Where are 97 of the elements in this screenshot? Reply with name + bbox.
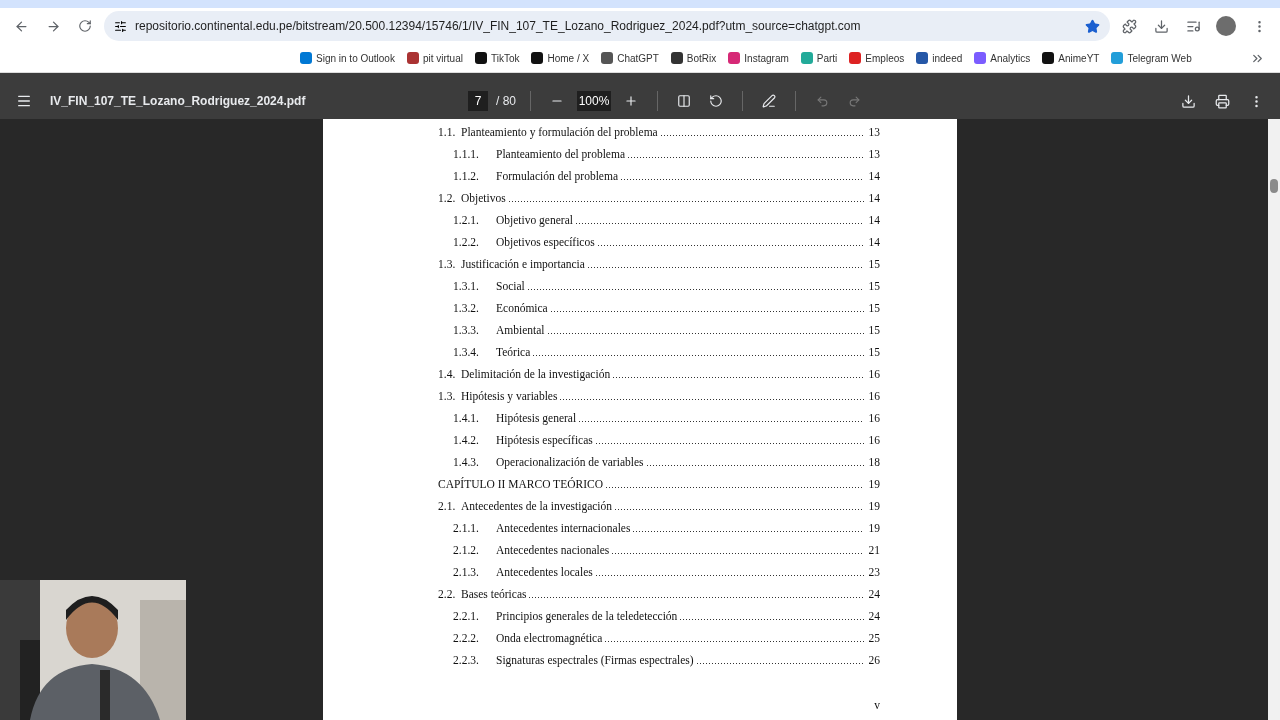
toc-title: Hipótesis específicas <box>496 434 593 446</box>
toc-title: Signaturas espectrales (Firmas espectrales) <box>496 654 694 666</box>
toc-title: Objetivos <box>461 192 506 204</box>
bookmark-link[interactable]: AnimeYT <box>1042 52 1100 64</box>
toc-title: Económica <box>496 302 548 314</box>
toc-title: Teórica <box>496 346 531 358</box>
toc-title: Planteamiento del problema <box>496 148 625 160</box>
section-number: 1.4.1. <box>453 412 480 424</box>
page-number: 23 <box>867 566 880 578</box>
toc-title: Hipótesis y variables <box>461 390 558 402</box>
page-footer: v <box>874 699 880 711</box>
section-number: 2.2.1. <box>453 610 480 622</box>
section-number: 1.3.2. <box>453 302 480 314</box>
toc-title: Antecedentes internacionales <box>496 522 631 534</box>
page-number: 19 <box>867 478 880 490</box>
bookmark-link[interactable]: pit virtual <box>406 52 463 64</box>
section-number: 2.1.2. <box>453 544 480 556</box>
bookmark-link[interactable]: Home / X <box>531 52 590 64</box>
page-number: 14 <box>867 214 880 226</box>
bookmark-link[interactable]: BotRix <box>670 52 717 64</box>
page-number: 24 <box>867 588 880 600</box>
toc-title: Objetivo general <box>496 214 573 226</box>
page-field[interactable]: 7 <box>468 91 488 111</box>
section-number: 1.3. <box>438 390 457 402</box>
bookmark-link[interactable]: indeed <box>916 52 963 64</box>
toc-title: Ambiental <box>496 324 545 336</box>
page-number: 15 <box>867 346 880 358</box>
section-number: 1.1.1. <box>453 148 480 160</box>
bookmark-link[interactable]: ChatGPT <box>601 52 659 64</box>
profile-avatar[interactable] <box>1216 16 1236 36</box>
section-number: 2.2.2. <box>453 632 480 644</box>
page-number: 26 <box>867 654 880 666</box>
bookmark-link[interactable]: Empleos <box>849 52 905 64</box>
page-number: 14 <box>867 192 880 204</box>
section-number: 1.4. <box>438 368 457 380</box>
page-number: 16 <box>867 390 880 402</box>
page-number: 19 <box>867 522 880 534</box>
toc-title: Antecedentes nacionales <box>496 544 610 556</box>
section-number: 2.1.1. <box>453 522 480 534</box>
site-info-icon[interactable] <box>114 19 127 33</box>
page-number: 19 <box>867 500 880 512</box>
toc-title: Justificación e importancia <box>461 258 585 270</box>
toc-title: Onda electromagnética <box>496 632 603 644</box>
page-number: 24 <box>867 610 880 622</box>
page-number: 15 <box>867 302 880 314</box>
section-number: 1.3.3. <box>453 324 480 336</box>
section-number: 2.1.3. <box>453 566 480 578</box>
section-number: 1.3. <box>438 258 457 270</box>
page-number: 16 <box>867 368 880 380</box>
toc-title: Hipótesis general <box>496 412 577 424</box>
page-number: 13 <box>867 126 880 138</box>
zoom-field[interactable]: 100% <box>577 91 611 111</box>
page-total: / 80 <box>496 94 516 108</box>
section-number: 1.2. <box>438 192 457 204</box>
page-number: 15 <box>867 324 880 336</box>
page-number: 14 <box>867 236 880 248</box>
section-number: 1.2.2. <box>453 236 480 248</box>
file-name: IV_FIN_107_TE_Lozano_Rodriguez_2024.pdf <box>50 94 307 108</box>
address-bar[interactable]: repositorio.continental.edu.pe/bitstream/20.500.12394/15746/1/IV_FIN_107_TE_Lozano_Rodriguez_2024.pdf?utm_source=chatgpt.com <box>104 11 1110 41</box>
section-number: 1.4.3. <box>453 456 480 468</box>
bookmark-star-icon[interactable] <box>1085 18 1100 34</box>
scrollbar[interactable] <box>1268 119 1280 720</box>
toc-title: Formulación del problema <box>496 170 618 182</box>
page-number: 16 <box>867 434 880 446</box>
page-number: 16 <box>867 412 880 424</box>
bookmark-link[interactable]: TikTok <box>474 52 520 64</box>
page-number: 25 <box>867 632 880 644</box>
toc-title: Objetivos específicos <box>496 236 595 248</box>
section-number: 2.2.3. <box>453 654 480 666</box>
bookmark-link[interactable]: Telegram Web <box>1111 52 1192 64</box>
section-number: 1.3.1. <box>453 280 480 292</box>
page-number: 13 <box>867 148 880 160</box>
bookmark-link[interactable]: Parti <box>800 52 838 64</box>
toc-title: Antecedentes locales <box>496 566 593 578</box>
page-number: 15 <box>867 280 880 292</box>
section-number: 1.3.4. <box>453 346 480 358</box>
toc-title: Social <box>496 280 525 292</box>
section-number: 1.4.2. <box>453 434 480 446</box>
section-number: 2.2. <box>438 588 457 600</box>
section-number: 2.1. <box>438 500 457 512</box>
page-number: 18 <box>867 456 880 468</box>
toc-title: Principios generales de la teledetección <box>496 610 678 622</box>
section-number: 1.1. <box>438 126 457 138</box>
toc-title: Operacionalización de variables <box>496 456 644 468</box>
toc-title: Antecedentes de la investigación <box>461 500 613 512</box>
toc-title: Planteamiento y formulación del problema <box>461 126 658 138</box>
bookmark-link[interactable]: Sign in to Outlook <box>300 52 395 64</box>
section-number: 1.1.2. <box>453 170 480 182</box>
bookmark-link[interactable]: Analytics <box>974 52 1031 64</box>
toc-title: Delimitación de la investigación <box>461 368 611 380</box>
page-number: 14 <box>867 170 880 182</box>
bookmark-link[interactable]: Instagram <box>728 52 789 64</box>
toc-title: Bases teóricas <box>461 588 527 600</box>
page-number: 15 <box>867 258 880 270</box>
toc-title: CAPÍTULO II MARCO TEÓRICO <box>438 478 603 490</box>
page-number: 21 <box>867 544 880 556</box>
section-number: 1.2.1. <box>453 214 480 226</box>
